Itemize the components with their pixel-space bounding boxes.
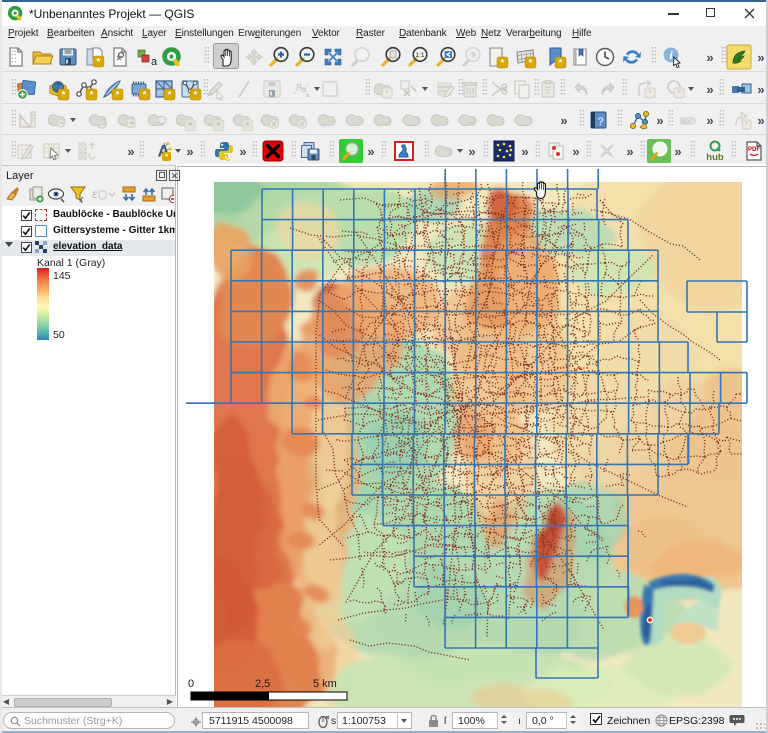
svg-text:»: » — [757, 113, 764, 128]
svg-text:»: » — [706, 82, 713, 97]
svg-text:hub: hub — [706, 152, 724, 163]
svg-text:*: * — [745, 120, 748, 129]
svg-text:»: » — [521, 144, 528, 159]
svg-text:ε: ε — [92, 187, 98, 201]
svg-text:»: » — [468, 144, 475, 159]
svg-text:*: * — [385, 88, 389, 98]
svg-text:*: * — [677, 88, 681, 98]
svg-text:*: * — [246, 121, 250, 132]
svg-text:»: » — [757, 82, 764, 97]
svg-text:*: * — [143, 90, 147, 101]
svg-text:*: * — [217, 121, 221, 132]
svg-text:5 km: 5 km — [313, 678, 337, 690]
svg-text:*: * — [501, 58, 505, 69]
svg-text:»: » — [674, 144, 681, 159]
svg-text:»: » — [706, 50, 713, 65]
svg-text:»: » — [656, 113, 663, 128]
svg-text:*: * — [168, 90, 172, 101]
svg-text:*: * — [62, 90, 66, 101]
svg-text:PDF: PDF — [748, 147, 760, 153]
svg-text:»: » — [186, 144, 193, 159]
svg-text:*: * — [97, 57, 101, 68]
svg-text:»: » — [572, 144, 579, 159]
svg-text:»: » — [367, 144, 374, 159]
svg-text:»: » — [560, 113, 567, 128]
svg-text:*: * — [189, 121, 193, 132]
svg-text:*: * — [90, 90, 94, 101]
svg-text:»: » — [757, 50, 764, 65]
svg-text:?: ? — [597, 116, 603, 128]
svg-text:»: » — [706, 113, 713, 128]
svg-text:*: * — [529, 58, 533, 69]
svg-text:a: a — [151, 56, 158, 68]
svg-text:abc: abc — [681, 119, 693, 126]
svg-text:»: » — [626, 144, 633, 159]
svg-text:*: * — [194, 90, 198, 101]
svg-text:*: * — [648, 88, 652, 98]
svg-text:1:1: 1:1 — [415, 52, 424, 59]
svg-text:»: » — [127, 144, 134, 159]
svg-text:2,5: 2,5 — [255, 678, 270, 690]
svg-text:*: * — [116, 90, 120, 101]
svg-text:»: » — [239, 144, 246, 159]
svg-text:0: 0 — [188, 678, 194, 690]
svg-text:*: * — [559, 58, 563, 69]
